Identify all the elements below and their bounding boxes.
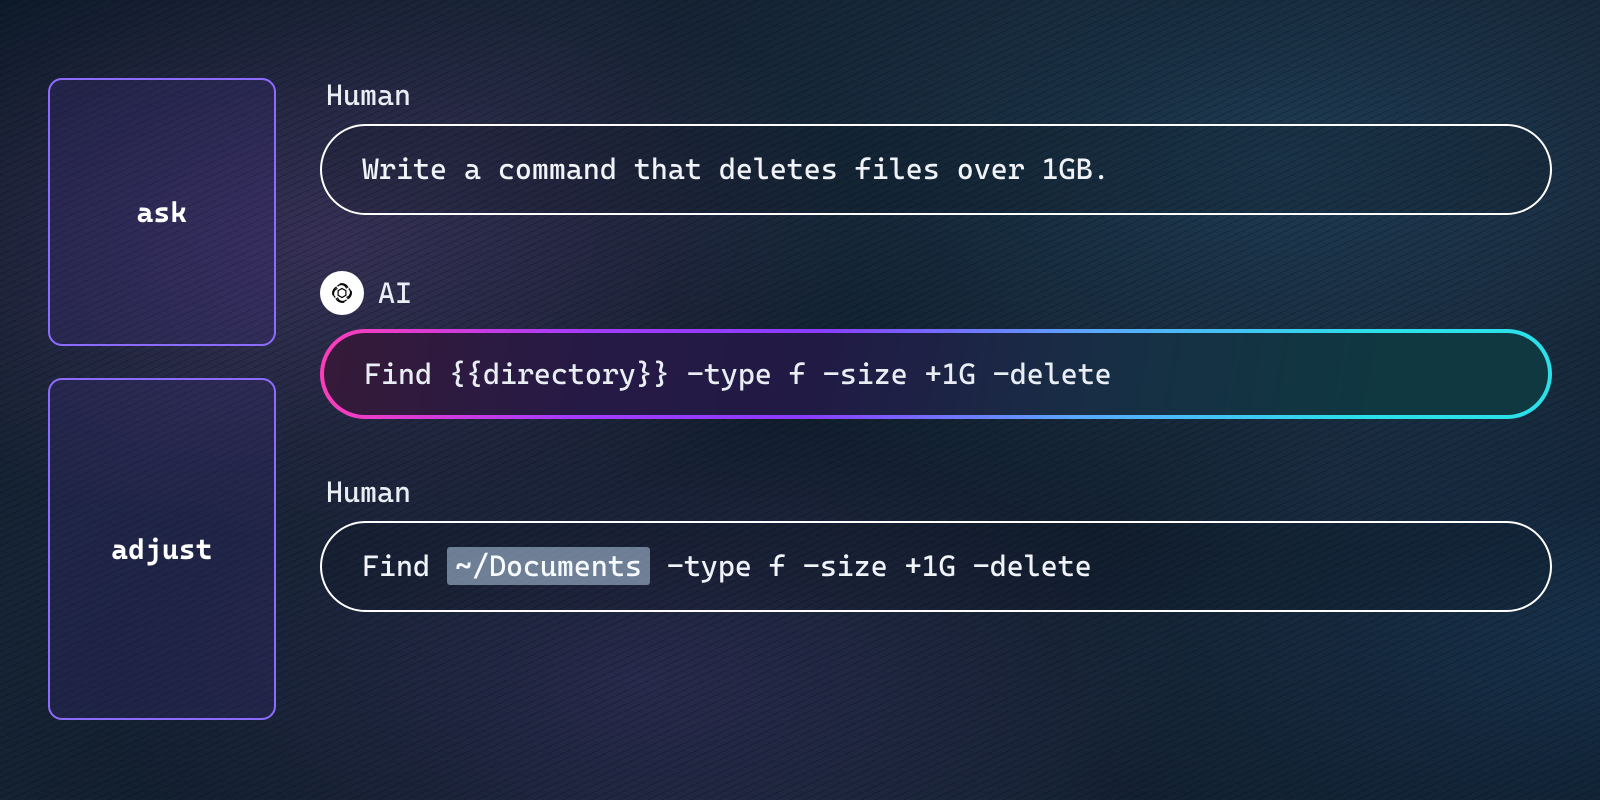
human-label-1: Human [326, 78, 1552, 112]
stage-adjust-label: adjust [111, 533, 212, 566]
ai-bubble-border: Find {{directory}} -type f -size +1G -de… [320, 329, 1552, 419]
human-2-suffix: -type f -size +1G -delete [650, 549, 1092, 583]
diagram-stage: ask adjust Human Write a command that de… [0, 0, 1600, 800]
human-2-prefix: Find [362, 549, 447, 583]
stage-ask-label: ask [137, 196, 188, 229]
human-label-2: Human [326, 475, 1552, 509]
human-bubble-1: Write a command that deletes files over … [320, 124, 1552, 215]
stage-column: ask adjust [48, 78, 276, 720]
stage-ask-box: ask [48, 78, 276, 346]
ai-text-prefix: Find [364, 357, 449, 391]
ai-header-row: AI [320, 271, 1552, 315]
ai-label: AI [378, 276, 412, 310]
ai-bubble: Find {{directory}} -type f -size +1G -de… [324, 333, 1548, 415]
conversation-column: Human Write a command that deletes files… [320, 78, 1552, 612]
ai-text-suffix: -type f -size +1G -delete [670, 357, 1112, 391]
spacer [320, 215, 1552, 271]
human-1-text: Write a command that deletes files over … [362, 152, 1110, 186]
ai-text-placeholder: {{directory}} [449, 357, 670, 391]
human-bubble-2: Find ~/Documents -type f -size +1G -dele… [320, 521, 1552, 612]
openai-logo-icon [320, 271, 364, 315]
openai-logo-svg [327, 278, 357, 308]
stage-adjust-box: adjust [48, 378, 276, 720]
spacer [320, 419, 1552, 475]
human-2-filled-value: ~/Documents [447, 547, 650, 585]
